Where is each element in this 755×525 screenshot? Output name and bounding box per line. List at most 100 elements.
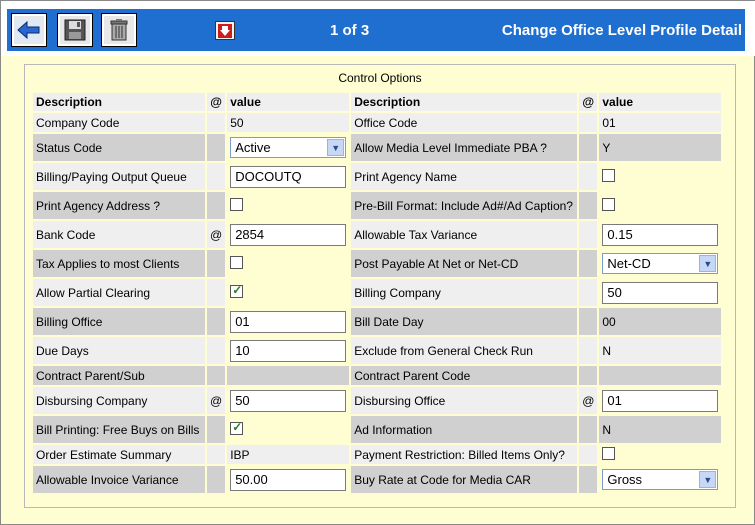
back-button[interactable] (11, 13, 47, 47)
bill-date-day-at (579, 308, 598, 335)
control-options-panel: Control Options Description @ value Desc… (24, 64, 736, 508)
save-button[interactable] (57, 13, 93, 47)
buy-rate-select[interactable]: Gross ▼ (602, 469, 719, 490)
table-row: Due Days Exclude from General Check Run … (33, 337, 722, 364)
header-description: Description (33, 93, 205, 111)
ad-information-value: N (599, 416, 722, 443)
table-row: Contract Parent/Sub Contract Parent Code (33, 366, 722, 385)
print-agency-address-label: Print Agency Address ? (33, 192, 205, 219)
company-code-at (207, 113, 226, 132)
allow-partial-clearing-checkbox[interactable] (230, 283, 244, 298)
print-agency-name-checkbox[interactable] (602, 168, 616, 182)
header-at: @ (579, 93, 598, 111)
table-row: Status Code Active ▼ Allow Media Level I… (33, 134, 722, 161)
due-days-at (207, 337, 226, 364)
billing-office-at (207, 308, 226, 335)
allowable-tax-variance-input[interactable] (602, 223, 719, 246)
disbursing-office-input[interactable] (602, 389, 719, 412)
table-row: Company Code 50 Office Code 01 (33, 113, 722, 132)
down-arrow-icon (218, 23, 232, 38)
contract-parent-code-at (579, 366, 598, 385)
order-estimate-summary-label: Order Estimate Summary (33, 445, 205, 464)
post-payable-at (579, 250, 598, 277)
table-row: Order Estimate Summary IBP Payment Restr… (33, 445, 721, 464)
order-estimate-summary-at (207, 445, 226, 464)
post-payable-label: Post Payable At Net or Net-CD (351, 250, 578, 277)
table-row: Allow Partial Clearing Billing Company (33, 279, 721, 306)
allowable-tax-variance-label: Allowable Tax Variance (351, 221, 578, 248)
chevron-down-icon[interactable]: ▼ (699, 471, 717, 488)
status-code-selected: Active (235, 140, 271, 155)
section-title: Control Options (338, 71, 422, 85)
billing-company-at (579, 279, 598, 306)
save-disk-icon (64, 19, 86, 41)
status-code-label: Status Code (33, 134, 205, 161)
header-value: value (227, 93, 350, 111)
pre-bill-format-checkbox[interactable] (602, 197, 616, 211)
tax-applies-checkbox[interactable] (230, 255, 244, 269)
office-code-at (579, 113, 598, 132)
buy-rate-selected: Gross (607, 472, 643, 487)
allow-partial-clearing-at (207, 279, 226, 306)
ad-information-at (579, 416, 598, 443)
disbursing-office-label: Disbursing Office (351, 387, 578, 414)
table-row: Tax Applies to most Clients Post Payable… (33, 250, 721, 277)
header-description: Description (351, 93, 578, 111)
order-estimate-summary-value: IBP (227, 445, 350, 464)
output-queue-at (207, 163, 226, 190)
disbursing-company-input[interactable] (230, 389, 347, 412)
company-code-value: 50 (227, 113, 350, 132)
delete-button[interactable] (101, 13, 137, 47)
trash-icon (110, 19, 128, 41)
header-at: @ (207, 93, 226, 111)
billing-company-label: Billing Company (351, 279, 578, 306)
output-queue-input[interactable] (230, 165, 347, 188)
allowable-invoice-variance-input[interactable] (230, 468, 347, 491)
bank-code-input[interactable] (230, 223, 347, 246)
due-days-input[interactable] (230, 339, 347, 362)
company-code-label: Company Code (33, 113, 205, 132)
exclude-check-run-value: N (599, 337, 722, 364)
bank-code-label: Bank Code (33, 221, 205, 248)
table-row: Bank Code @ Allowable Tax Variance (33, 221, 721, 248)
chevron-down-icon[interactable]: ▼ (327, 139, 345, 156)
pre-bill-format-at (579, 192, 598, 219)
allow-media-pba-value: Y (599, 134, 722, 161)
disbursing-company-label: Disbursing Company (33, 387, 205, 414)
bill-date-day-label: Bill Date Day (351, 308, 578, 335)
chevron-down-icon[interactable]: ▼ (699, 255, 717, 272)
disbursing-office-lookup[interactable]: @ (579, 387, 598, 414)
status-code-select[interactable]: Active ▼ (230, 137, 347, 158)
exclude-check-run-at (579, 337, 598, 364)
record-pager: 1 of 3 (330, 22, 370, 39)
table-row: Allowable Invoice Variance Buy Rate at C… (33, 466, 721, 493)
billing-company-input[interactable] (602, 281, 719, 304)
allowable-tax-variance-at (579, 221, 598, 248)
post-payable-select[interactable]: Net-CD ▼ (602, 253, 719, 274)
table-row: Bill Printing: Free Buys on Bills Ad Inf… (33, 416, 722, 443)
ad-information-label: Ad Information (351, 416, 578, 443)
bank-code-lookup[interactable]: @ (207, 221, 226, 248)
office-code-label: Office Code (351, 113, 578, 132)
payment-restriction-label: Payment Restriction: Billed Items Only? (351, 445, 578, 464)
table-header-row: Description @ value Description @ value (33, 93, 722, 111)
print-agency-address-checkbox[interactable] (230, 197, 244, 211)
post-payable-selected: Net-CD (607, 256, 651, 271)
header-value: value (599, 93, 722, 111)
print-agency-name-at (579, 163, 598, 190)
contract-parent-sub-at (207, 366, 226, 385)
status-code-at (207, 134, 226, 161)
due-days-label: Due Days (33, 337, 205, 364)
billing-office-input[interactable] (230, 310, 347, 333)
back-arrow-icon (16, 19, 42, 41)
print-agency-name-label: Print Agency Name (351, 163, 578, 190)
free-buys-label: Bill Printing: Free Buys on Bills (33, 416, 205, 443)
free-buys-checkbox[interactable] (230, 420, 244, 435)
disbursing-company-lookup[interactable]: @ (207, 387, 226, 414)
bill-date-day-value: 00 (599, 308, 722, 335)
toolbar: 1 of 3 Change Office Level Profile Detai… (1, 1, 755, 56)
pre-bill-format-label: Pre-Bill Format: Include Ad#/Ad Caption? (351, 192, 578, 219)
table-row: Billing/Paying Output Queue Print Agency… (33, 163, 721, 190)
payment-restriction-checkbox[interactable] (602, 446, 616, 460)
next-record-button[interactable] (215, 21, 235, 40)
